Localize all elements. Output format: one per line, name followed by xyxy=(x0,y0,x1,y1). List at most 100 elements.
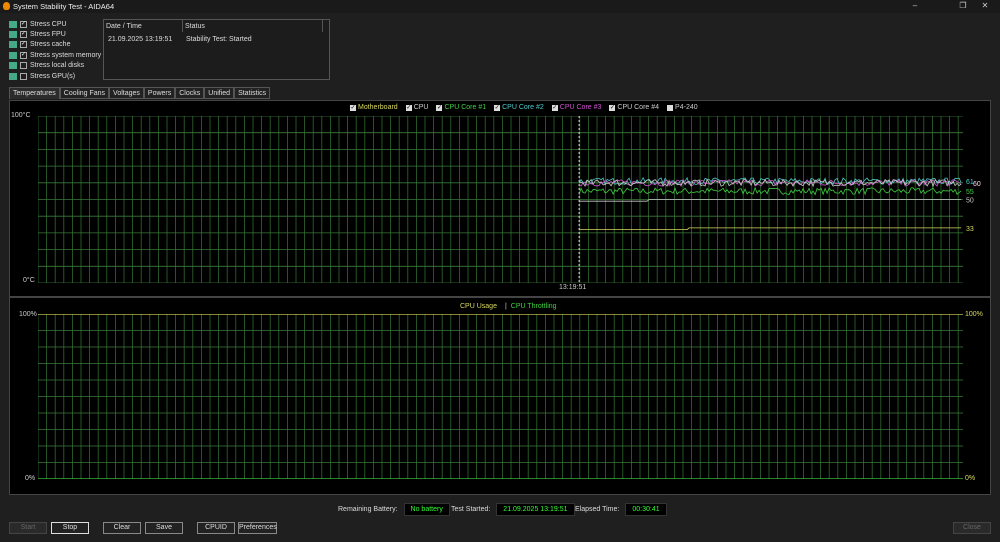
disk-icon xyxy=(9,62,17,70)
checkbox[interactable] xyxy=(20,72,27,80)
tab-bar: Temperatures Cooling Fans Voltages Powers Cl… xyxy=(9,87,271,99)
log-cell-datetime: 21.09.2025 13:19:51 xyxy=(108,36,173,43)
series-value-label: 55 xyxy=(966,189,974,196)
right-bottom-label: 0% xyxy=(965,475,976,482)
legend-checkbox[interactable]: ✓ xyxy=(494,104,501,111)
legend-checkbox[interactable] xyxy=(667,104,674,111)
cpuid-button[interactable]: CPUID xyxy=(197,522,235,534)
stress-option[interactable]: ✓ Stress cache xyxy=(9,40,70,50)
x-time-label: 13:19:51 xyxy=(559,284,587,291)
series-line-cpu-core-1 xyxy=(578,186,962,196)
log-table: Date / Time Status 21.09.2025 13:19:51 S… xyxy=(103,19,330,80)
log-header-datetime[interactable]: Date / Time xyxy=(104,20,183,32)
legend-label: CPU Core #4 xyxy=(617,104,660,111)
checkbox[interactable]: ✓ xyxy=(20,51,27,59)
stress-option-label: Stress GPU(s) xyxy=(30,72,76,80)
checkbox[interactable]: ✓ xyxy=(20,30,27,38)
battery-status: Remaining Battery: No battery xyxy=(338,503,450,516)
series-line-motherboard xyxy=(579,227,962,230)
fpu-icon xyxy=(9,30,17,38)
right-top-label: 100% xyxy=(965,311,983,318)
clear-button[interactable]: Clear xyxy=(103,522,141,534)
legend-item[interactable]: ✓ CPU Core #1 xyxy=(436,104,486,111)
cpu-usage-legend: CPU Usage | CPU Throttling xyxy=(460,303,557,310)
stress-option[interactable]: ✓ Stress CPU xyxy=(9,19,67,29)
legend-checkbox[interactable]: ✓ xyxy=(436,104,443,111)
save-button[interactable]: Save xyxy=(145,522,183,534)
test-started-status: Test Started: 21.09.2025 13:19:51 xyxy=(451,503,575,516)
stress-option[interactable]: Stress GPU(s) xyxy=(9,71,75,81)
elapsed-time-status: Elapsed Time: 00:30:41 xyxy=(575,503,667,516)
legend-label: CPU Core #2 xyxy=(502,104,544,111)
y-top-label: 100°C xyxy=(11,112,31,119)
cpu-icon xyxy=(9,20,17,28)
legend-item[interactable]: P4-240 xyxy=(667,104,698,111)
y-top-label: 100% xyxy=(19,311,37,318)
legend-label: CPU Core #3 xyxy=(559,104,602,111)
memory-icon xyxy=(9,51,17,59)
tab-powers[interactable]: Powers xyxy=(143,87,176,99)
log-header-status[interactable]: Status xyxy=(183,20,323,32)
window-title: System Stability Test - AIDA64 xyxy=(13,2,115,11)
temperature-legend: ✓ Motherboard ✓ CPU ✓ CPU Core #1 ✓ CPU Core #2… xyxy=(350,104,698,111)
elapsed-time-label: Elapsed Time: xyxy=(575,506,620,513)
test-started-label: Test Started: xyxy=(451,506,491,513)
aida64-flame-icon xyxy=(3,2,10,10)
temperature-chart-panel: ✓ Motherboard ✓ CPU ✓ CPU Core #1 ✓ CPU Core #2… xyxy=(9,100,991,297)
tab-clocks[interactable]: Clocks xyxy=(175,87,205,99)
legend-label: CPU Core #1 xyxy=(444,104,487,111)
y-bottom-label: 0°C xyxy=(23,277,35,284)
title-bar xyxy=(0,0,1000,13)
close-button[interactable]: Close xyxy=(953,522,991,534)
legend-checkbox[interactable]: ✓ xyxy=(350,104,356,111)
stop-button[interactable]: Stop xyxy=(51,522,89,534)
stress-option-label: Stress FPU xyxy=(30,30,66,38)
tab-unified[interactable]: Unified xyxy=(204,87,235,99)
legend-cpu-usage: CPU Usage xyxy=(460,303,497,310)
stress-option[interactable]: Stress local disks xyxy=(9,61,84,71)
cache-icon xyxy=(9,41,17,49)
stress-option[interactable]: ✓ Stress FPU xyxy=(9,29,66,39)
battery-label: Remaining Battery: xyxy=(338,506,398,513)
series-value-label: 60 xyxy=(973,181,981,188)
legend-item[interactable]: ✓ CPU Core #2 xyxy=(494,104,544,111)
series-value-label: 33 xyxy=(966,226,974,233)
legend-label: CPU xyxy=(413,104,429,111)
cpu-usage-chart-panel: CPU Usage | CPU Throttling 100% 0% 100% … xyxy=(9,297,991,495)
log-cell-status: Stability Test: Started xyxy=(186,36,252,43)
checkbox[interactable]: ✓ xyxy=(20,41,27,49)
legend-item[interactable]: ✓ Motherboard xyxy=(350,104,398,111)
y-bottom-label: 0% xyxy=(25,475,36,482)
stress-option[interactable]: ✓ Stress system memory xyxy=(9,50,101,60)
stress-option-label: Stress local disks xyxy=(30,62,85,70)
gpu-icon xyxy=(9,72,17,80)
tab-cooling-fans[interactable]: Cooling Fans xyxy=(59,87,110,99)
legend-label: Motherboard xyxy=(358,104,398,111)
battery-value: No battery xyxy=(403,503,450,516)
tab-statistics[interactable]: Statistics xyxy=(234,87,271,99)
stress-option-label: Stress cache xyxy=(30,41,71,49)
legend-checkbox[interactable]: ✓ xyxy=(609,104,616,111)
checkbox[interactable] xyxy=(20,62,27,70)
checkbox[interactable]: ✓ xyxy=(20,20,27,28)
elapsed-time-value: 00:30:41 xyxy=(625,503,667,516)
legend-item[interactable]: ✓ CPU xyxy=(405,104,429,111)
series-value-label: 50 xyxy=(966,198,974,205)
legend-item[interactable]: ✓ CPU Core #3 xyxy=(551,104,602,111)
start-button[interactable]: Start xyxy=(9,522,47,534)
stress-option-label: Stress CPU xyxy=(30,20,67,28)
preferences-button[interactable]: Preferences xyxy=(238,522,277,534)
legend-item[interactable]: ✓ CPU Core #4 xyxy=(609,104,659,111)
stress-option-label: Stress system memory xyxy=(30,51,102,59)
temperature-plot: 33505561 6060 xyxy=(38,116,983,283)
legend-checkbox[interactable]: ✓ xyxy=(405,104,412,111)
close-window-button[interactable]: ✕ xyxy=(970,1,1000,10)
tab-voltages[interactable]: Voltages xyxy=(109,87,144,99)
cpu-usage-plot xyxy=(38,314,963,479)
legend-label: P4-240 xyxy=(675,104,698,111)
tab-temperatures[interactable]: Temperatures xyxy=(9,87,60,99)
legend-checkbox[interactable]: ✓ xyxy=(551,104,558,111)
minimize-button[interactable]: – xyxy=(900,1,930,10)
test-started-value: 21.09.2025 13:19:51 xyxy=(496,503,575,516)
legend-cpu-throttling: CPU Throttling xyxy=(510,303,557,310)
